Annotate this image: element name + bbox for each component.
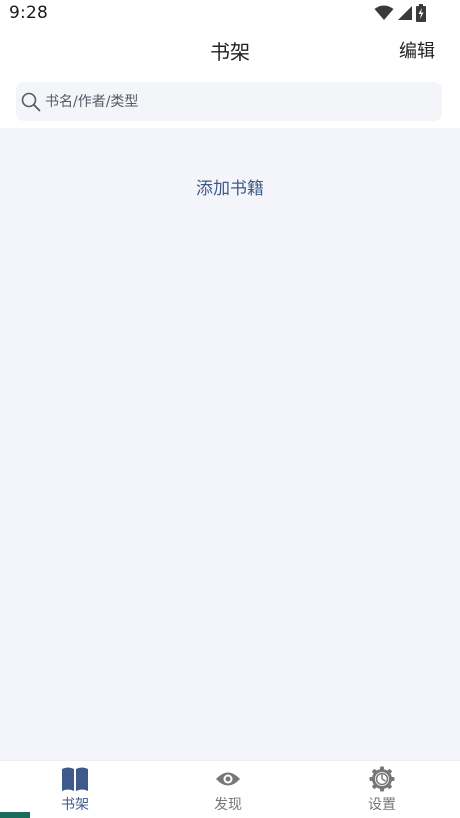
tab-bookshelf-label: 书架 (61, 797, 89, 813)
tab-discover-label: 发现 (214, 797, 242, 813)
gear-icon (367, 765, 397, 793)
edit-button[interactable]: 编辑 (399, 37, 435, 63)
battery-icon (416, 4, 426, 26)
page-title: 书架 (210, 40, 250, 64)
search-box[interactable] (16, 82, 442, 121)
wifi-icon (374, 5, 394, 25)
book-icon (60, 765, 90, 793)
tab-discover[interactable]: 发现 (188, 765, 268, 815)
status-bar: 9:28 (0, 0, 460, 26)
app-screen: 9:28 书架 编辑 书名/作者/类型 添加书籍 书架 发现 设置 (0, 0, 460, 818)
search-bar (0, 74, 460, 128)
bottom-nav: 书架 发现 设置 (0, 760, 460, 818)
signal-icon (397, 5, 413, 25)
search-input[interactable] (43, 92, 417, 111)
app-header: 书架 编辑 (0, 26, 460, 74)
search-icon (20, 91, 42, 113)
window-corner-mark (0, 812, 30, 818)
status-time: 9:28 (9, 3, 48, 23)
add-books-link[interactable]: 添加书籍 (0, 174, 460, 199)
tab-settings[interactable]: 设置 (342, 765, 422, 815)
bookshelf-content: 添加书籍 (0, 128, 460, 760)
tab-bookshelf[interactable]: 书架 (35, 765, 115, 815)
tab-settings-label: 设置 (368, 797, 396, 813)
eye-icon (213, 765, 243, 793)
status-icons (374, 4, 426, 26)
